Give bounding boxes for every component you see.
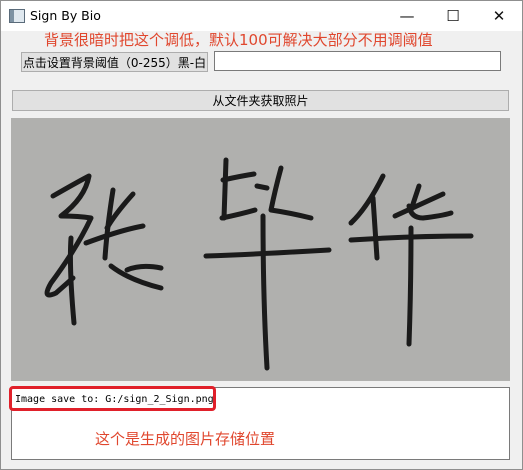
window-title: Sign By Bio bbox=[30, 8, 101, 23]
minimize-icon: — bbox=[399, 7, 415, 25]
maximize-button[interactable]: ☐ bbox=[430, 1, 476, 31]
threshold-input[interactable] bbox=[214, 51, 501, 71]
save-path-highlight bbox=[9, 386, 216, 411]
app-icon bbox=[9, 9, 25, 23]
set-threshold-button[interactable]: 点击设置背景阈值（0-255）黑-白 bbox=[21, 52, 208, 72]
title-bar[interactable]: Sign By Bio — ☐ ✕ bbox=[1, 1, 522, 31]
minimize-button[interactable]: — bbox=[384, 1, 430, 31]
annotation-threshold-hint: 背景很暗时把这个调低，默认100可解决大部分不用调阈值 bbox=[44, 31, 433, 49]
open-folder-button[interactable]: 从文件夹获取照片 bbox=[12, 90, 509, 111]
annotation-save-location: 这个是生成的图片存储位置 bbox=[95, 430, 276, 448]
close-button[interactable]: ✕ bbox=[476, 1, 522, 31]
close-icon: ✕ bbox=[492, 7, 506, 25]
handwritten-signature-image bbox=[44, 157, 474, 371]
maximize-icon: ☐ bbox=[446, 7, 460, 25]
signature-image-panel bbox=[11, 118, 510, 381]
